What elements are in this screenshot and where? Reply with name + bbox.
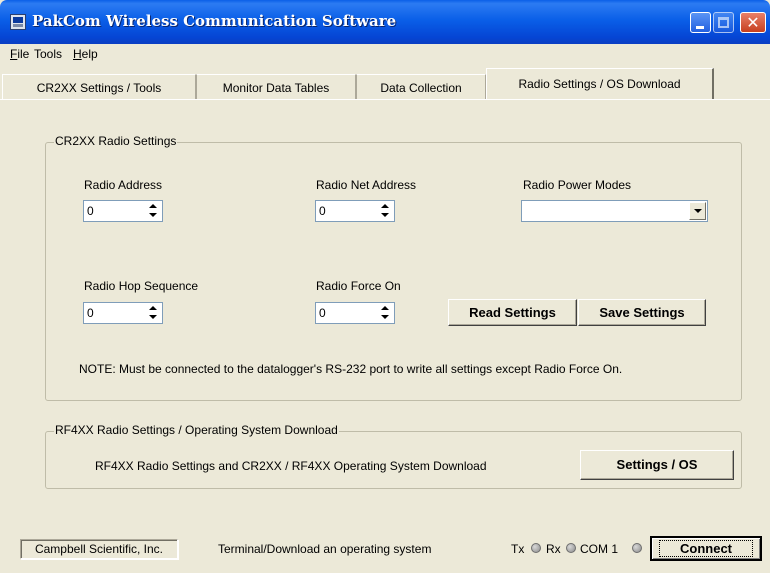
minimize-button[interactable] [690,12,711,33]
radio-hop-sequence-label: Radio Hop Sequence [84,279,199,293]
tab-monitor-data-tables[interactable]: Monitor Data Tables [196,74,356,100]
connect-button[interactable]: Connect [650,536,762,561]
menu-bar: File Tools Help [0,44,770,66]
menu-help-label: elp [81,47,98,61]
radio-hop-sequence-spin-buttons [145,304,161,322]
tx-indicator-icon [531,543,541,553]
menu-file[interactable]: File [10,47,29,61]
radio-force-on-value: 0 [319,306,326,320]
minimize-icon [696,26,704,29]
maximize-button[interactable] [713,12,734,33]
spin-down-icon[interactable] [377,211,393,220]
connect-button-label: Connect [659,540,753,557]
spin-up-icon[interactable] [377,304,393,313]
close-button[interactable]: ✕ [740,12,766,33]
window-title: PakCom Wireless Communication Software [32,12,397,30]
radio-address-value: 0 [87,204,94,218]
save-settings-button[interactable]: Save Settings [578,299,706,326]
rx-label: Rx [546,542,561,556]
menu-help[interactable]: Help [73,47,98,61]
rf4xx-group-title: RF4XX Radio Settings / Operating System … [54,423,339,437]
rf4xx-description: RF4XX Radio Settings and CR2XX / RF4XX O… [95,459,487,473]
app-window: PakCom Wireless Communication Software ✕… [0,0,770,573]
app-icon[interactable] [10,14,26,30]
radio-address-label: Radio Address [84,178,163,192]
menu-help-accelerator: H [73,47,82,61]
radio-address-spin-buttons [145,202,161,220]
cr2xx-group-title: CR2XX Radio Settings [54,134,178,148]
radio-net-address-label: Radio Net Address [316,178,417,192]
spin-down-icon[interactable] [377,313,393,322]
radio-hop-sequence-value: 0 [87,306,94,320]
tab-strip: CR2XX Settings / Tools Monitor Data Tabl… [0,66,770,100]
radio-address-spinbox[interactable]: 0 [83,200,163,222]
rs232-note: NOTE: Must be connected to the datalogge… [79,362,623,376]
status-message: Terminal/Download an operating system [218,542,432,556]
read-settings-button[interactable]: Read Settings [448,299,577,326]
radio-force-on-spin-buttons [377,304,393,322]
radio-net-address-spinbox[interactable]: 0 [315,200,395,222]
com-indicator-icon [632,543,642,553]
spin-up-icon[interactable] [145,202,161,211]
menu-file-label: ile [17,47,30,61]
spin-down-icon[interactable] [145,313,161,322]
tab-cr2xx-settings-tools[interactable]: CR2XX Settings / Tools [2,74,196,100]
radio-net-address-value: 0 [319,204,326,218]
menu-tools[interactable]: Tools [34,47,62,61]
radio-power-modes-select[interactable] [521,200,708,222]
spin-up-icon[interactable] [377,202,393,211]
close-icon: ✕ [746,13,760,32]
company-name-box: Campbell Scientific, Inc. [20,539,178,559]
settings-os-button[interactable]: Settings / OS [580,450,734,480]
tab-data-collection[interactable]: Data Collection [356,74,486,100]
radio-force-on-spinbox[interactable]: 0 [315,302,395,324]
radio-force-on-label: Radio Force On [316,279,401,293]
rx-indicator-icon [566,543,576,553]
tx-label: Tx [511,542,525,556]
radio-hop-sequence-spinbox[interactable]: 0 [83,302,163,324]
radio-net-address-spin-buttons [377,202,393,220]
title-bar[interactable]: PakCom Wireless Communication Software ✕ [0,0,770,44]
tab-radio-settings-os-download[interactable]: Radio Settings / OS Download [486,68,714,100]
tab-panel-border [0,99,770,100]
com-port-label: COM 1 [580,542,619,556]
maximize-icon [718,17,729,28]
radio-power-modes-label: Radio Power Modes [523,178,632,192]
chevron-down-icon[interactable] [689,202,706,220]
spin-down-icon[interactable] [145,211,161,220]
spin-up-icon[interactable] [145,304,161,313]
